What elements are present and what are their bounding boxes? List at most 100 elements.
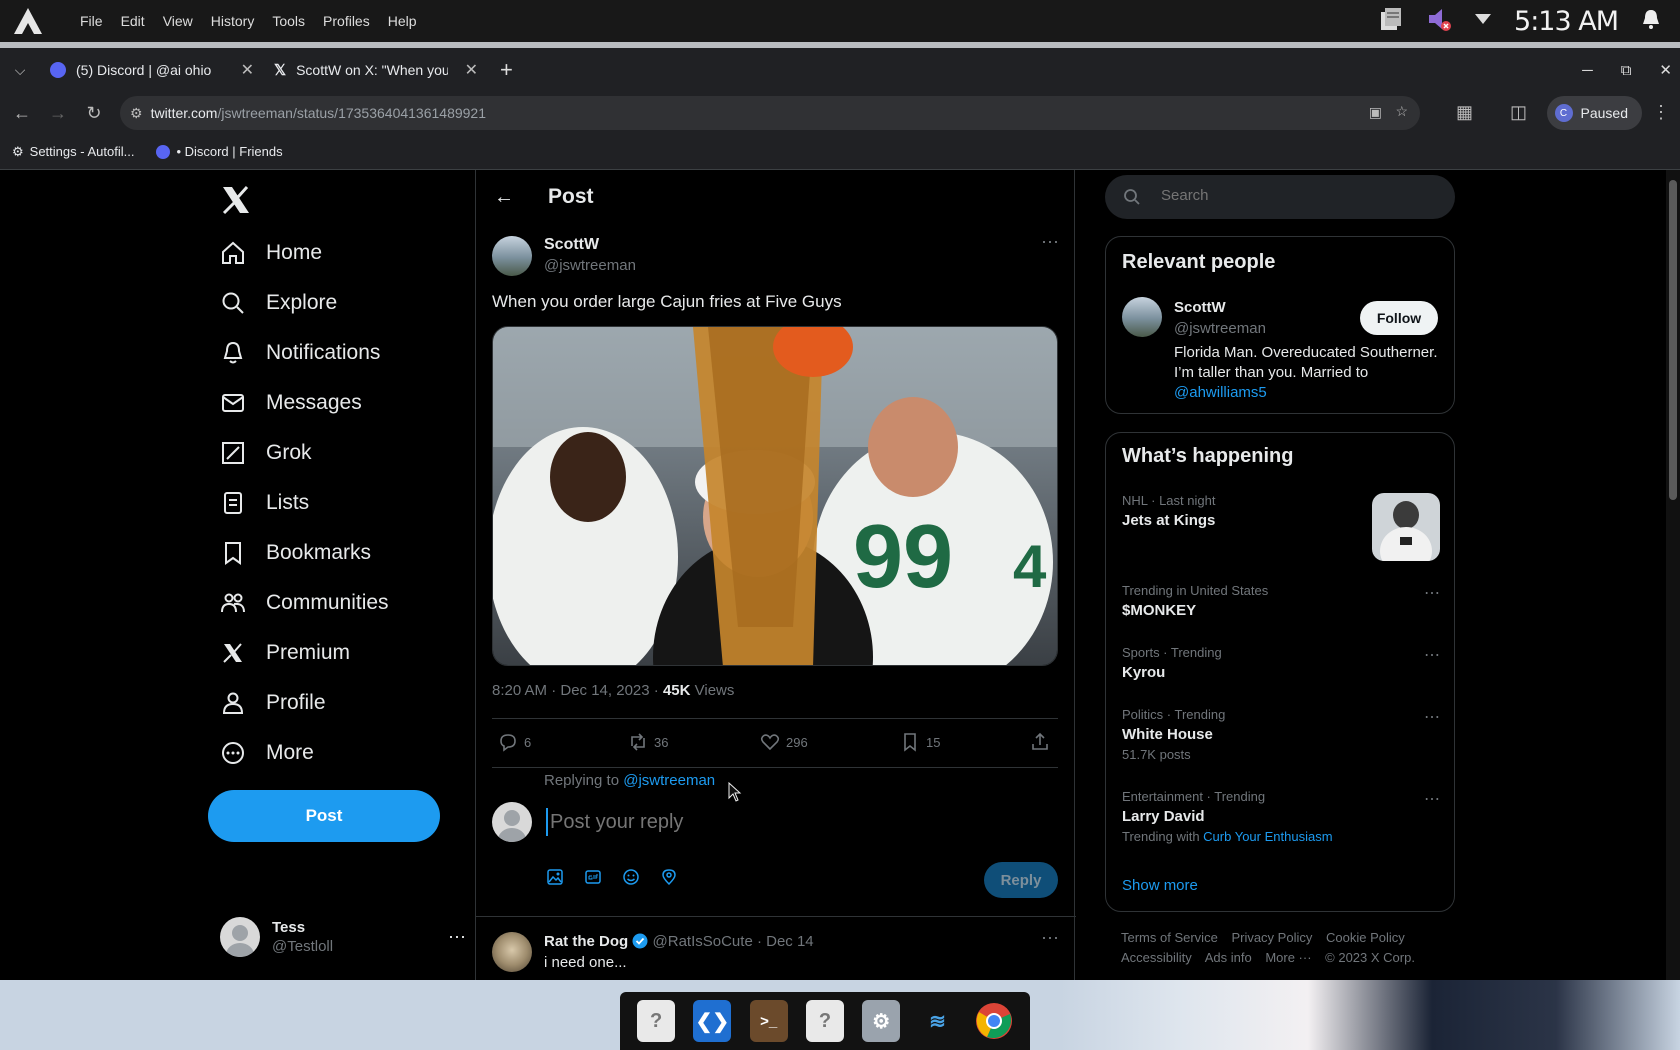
menu-edit[interactable]: Edit	[121, 13, 145, 29]
nav-home[interactable]: Home	[220, 228, 322, 278]
post-more-icon[interactable]: ⋯	[1041, 232, 1060, 253]
new-tab-icon[interactable]: +	[500, 57, 513, 83]
forward-icon[interactable]: →	[40, 103, 76, 124]
tab-twitter[interactable]: 𝕏 ScottW on X: "When you o ✕	[264, 48, 488, 92]
bio-link[interactable]: @ahwilliams5	[1174, 384, 1267, 401]
nav-bookmarks[interactable]: Bookmarks	[220, 528, 371, 578]
trend-item[interactable]: Politics · Trending White House 51.7K po…	[1122, 707, 1440, 762]
like-action[interactable]: 296	[760, 732, 808, 752]
profile-button[interactable]: C Paused	[1546, 96, 1642, 130]
nav-profile[interactable]: Profile	[220, 678, 326, 728]
back-icon[interactable]: ←	[4, 103, 40, 124]
nav-premium[interactable]: Premium	[220, 628, 350, 678]
trend-more-icon[interactable]: ⋯	[1424, 707, 1440, 727]
bookmark-discord[interactable]: • Discord | Friends	[156, 144, 283, 159]
account-more-icon[interactable]: ⋯	[448, 927, 466, 948]
close-tab-icon[interactable]: ✕	[241, 60, 254, 80]
dropdown-arrow-icon[interactable]	[1474, 12, 1492, 30]
nav-grok[interactable]: Grok	[220, 428, 312, 478]
menu-file[interactable]: File	[80, 13, 103, 29]
menu-help[interactable]: Help	[388, 13, 417, 29]
page-scrollbar[interactable]	[1666, 170, 1680, 980]
person-name[interactable]: ScottW	[1174, 299, 1226, 316]
footer-link[interactable]: Ads info	[1205, 950, 1252, 965]
repost-action[interactable]: 36	[628, 732, 668, 752]
emoji-icon[interactable]	[622, 868, 640, 886]
replying-to-link[interactable]: @jswtreeman	[623, 772, 715, 789]
share-action[interactable]	[1030, 732, 1050, 752]
settings-icon[interactable]: ⚙	[862, 1000, 901, 1042]
post-button[interactable]: Post	[208, 790, 440, 842]
close-tab-icon[interactable]: ✕	[465, 60, 478, 80]
extensions-icon[interactable]: ▦	[1456, 102, 1473, 123]
restore-icon[interactable]: ⧉	[1621, 62, 1632, 79]
footer-link[interactable]: Accessibility	[1121, 950, 1192, 965]
search-input[interactable]	[1161, 187, 1421, 204]
site-info-icon[interactable]: ⚙	[130, 105, 143, 122]
scrollbar-thumb[interactable]	[1669, 180, 1677, 500]
close-window-icon[interactable]: ✕	[1659, 61, 1672, 79]
show-more-link[interactable]: Show more	[1122, 877, 1198, 894]
bookmark-settings[interactable]: ⚙ Settings - Autofil...	[12, 144, 134, 160]
terminal-icon[interactable]: >_	[749, 1000, 788, 1042]
reply-more-icon[interactable]: ⋯	[1041, 928, 1060, 949]
back-arrow-icon[interactable]: ←	[494, 186, 514, 209]
reply-author-avatar[interactable]	[492, 932, 532, 972]
nav-communities[interactable]: Communities	[220, 578, 389, 628]
x-logo-icon[interactable]	[220, 184, 252, 216]
account-switcher[interactable]: Tess @Testloll ⋯	[220, 912, 466, 962]
side-panel-icon[interactable]: ◫	[1510, 102, 1527, 123]
tab-discord[interactable]: (5) Discord | @ai ohio ✕	[40, 48, 264, 92]
install-app-icon[interactable]: ▣	[1369, 104, 1382, 121]
vscode-icon[interactable]: ❮❯	[693, 1000, 732, 1042]
gif-icon[interactable]	[584, 868, 602, 886]
reply-button[interactable]: Reply	[984, 862, 1058, 898]
dolphin-icon[interactable]: ≋	[919, 1000, 957, 1042]
footer-link[interactable]: Cookie Policy	[1326, 930, 1405, 945]
menu-profiles[interactable]: Profiles	[323, 13, 370, 29]
trend-more-icon[interactable]: ⋯	[1424, 583, 1440, 603]
person-handle[interactable]: @jswtreeman	[1174, 320, 1266, 337]
nav-messages[interactable]: Messages	[220, 378, 362, 428]
minimize-icon[interactable]: ─	[1582, 62, 1593, 79]
unknown-file-icon[interactable]: ?	[805, 1000, 844, 1042]
notification-bell-icon[interactable]	[1640, 8, 1662, 35]
kebab-menu-icon[interactable]: ⋮	[1652, 102, 1670, 123]
location-icon[interactable]	[660, 868, 678, 886]
arch-logo-icon[interactable]	[0, 0, 56, 42]
nav-notifications[interactable]: Notifications	[220, 328, 380, 378]
footer-link[interactable]: More ···	[1265, 950, 1311, 965]
trend-item[interactable]: NHL · Last night Jets at Kings	[1122, 493, 1440, 561]
nav-explore[interactable]: Explore	[220, 278, 337, 328]
menu-tools[interactable]: Tools	[272, 13, 305, 29]
reply-author[interactable]: Rat the Dog @RatIsSoCute · Dec 14	[544, 933, 814, 950]
trend-item[interactable]: Sports · Trending Kyrou ⋯	[1122, 645, 1440, 681]
person-avatar[interactable]	[1122, 297, 1162, 337]
author-avatar[interactable]	[492, 236, 532, 276]
search-box[interactable]	[1105, 175, 1455, 219]
reply-input[interactable]	[546, 808, 946, 836]
bookmark-star-icon[interactable]: ☆	[1395, 103, 1408, 120]
reload-icon[interactable]: ↻	[76, 103, 112, 124]
footer-link[interactable]: Terms of Service	[1121, 930, 1218, 945]
reply-action[interactable]: 6	[498, 732, 531, 752]
post-timestamp[interactable]: 8:20 AM · Dec 14, 2023 ·	[492, 682, 663, 699]
trend-related-link[interactable]: Curb Your Enthusiasm	[1203, 829, 1332, 844]
follow-button[interactable]: Follow	[1360, 301, 1438, 335]
tab-list-chevron-icon[interactable]: ⌵	[0, 62, 40, 79]
post-image[interactable]: 99 4	[492, 326, 1058, 666]
unknown-file-icon[interactable]: ?	[637, 1000, 676, 1042]
menu-history[interactable]: History	[211, 13, 255, 29]
media-icon[interactable]	[546, 868, 564, 886]
trend-item[interactable]: Trending in United States $MONKEY ⋯	[1122, 583, 1440, 619]
nav-lists[interactable]: Lists	[220, 478, 309, 528]
clipboard-icon[interactable]	[1378, 6, 1404, 37]
trend-item[interactable]: Entertainment · Trending Larry David Tre…	[1122, 789, 1440, 844]
volume-muted-icon[interactable]	[1426, 6, 1452, 37]
author-handle[interactable]: @jswtreeman	[544, 257, 636, 274]
footer-link[interactable]: Privacy Policy	[1231, 930, 1312, 945]
trend-more-icon[interactable]: ⋯	[1424, 645, 1440, 665]
trend-more-icon[interactable]: ⋯	[1424, 789, 1440, 809]
author-name[interactable]: ScottW	[544, 236, 599, 254]
bookmark-action[interactable]: 15	[900, 732, 940, 752]
